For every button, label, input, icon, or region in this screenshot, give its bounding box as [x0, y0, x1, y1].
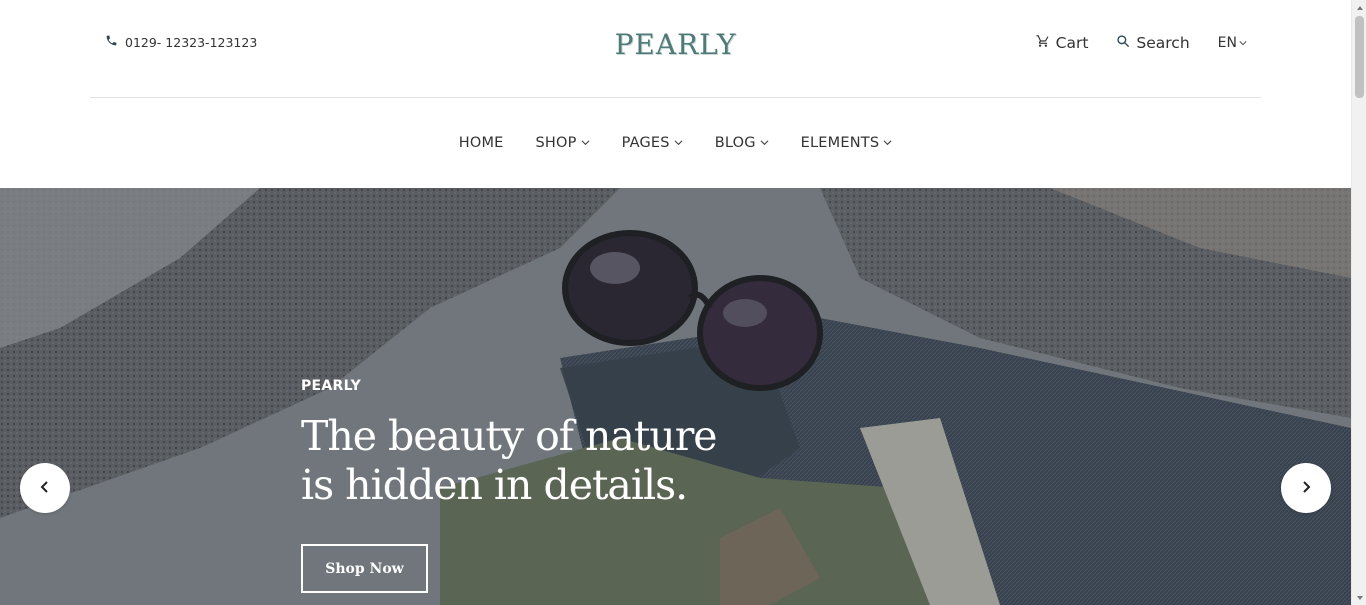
hero-content: PEARLY The beauty of nature is hidden in… — [301, 378, 721, 593]
chevron-down-icon — [883, 135, 892, 151]
phone-icon — [105, 34, 118, 50]
main-nav: HOME SHOP PAGES BLOG ELEMENTS — [0, 98, 1351, 188]
search-label: Search — [1136, 34, 1190, 52]
chevron-down-icon — [760, 135, 769, 151]
nav-item-label: SHOP — [535, 135, 577, 151]
nav-item-elements[interactable]: ELEMENTS — [801, 135, 893, 151]
hero-slider: PEARLY The beauty of nature is hidden in… — [0, 188, 1351, 605]
nav-item-label: ELEMENTS — [800, 135, 880, 151]
chevron-right-icon — [1299, 479, 1313, 498]
nav-item-shop[interactable]: SHOP — [536, 135, 590, 151]
slider-next-button[interactable] — [1281, 463, 1331, 513]
page: 0129- 12323-123123 PEARLY Cart Search EN — [0, 0, 1351, 605]
search-button[interactable]: Search — [1116, 34, 1190, 52]
hero-headline: The beauty of nature is hidden in detail… — [301, 412, 718, 509]
cart-icon — [1036, 34, 1050, 52]
slider-prev-button[interactable] — [20, 463, 70, 513]
language-label: EN — [1217, 35, 1237, 51]
scroll-up-icon[interactable] — [1352, 0, 1366, 15]
phone-contact[interactable]: 0129- 12323-123123 — [105, 34, 257, 50]
cart-label: Cart — [1055, 34, 1089, 52]
nav-item-label: BLOG — [714, 135, 756, 151]
language-selector[interactable]: EN — [1218, 35, 1247, 51]
chevron-down-icon — [581, 135, 590, 151]
nav-item-home[interactable]: HOME — [459, 135, 504, 151]
scrollbar-thumb[interactable] — [1355, 16, 1364, 98]
chevron-down-icon — [674, 135, 683, 151]
phone-number: 0129- 12323-123123 — [125, 34, 258, 50]
shop-now-button[interactable]: Shop Now — [301, 544, 428, 593]
chevron-down-icon — [1239, 35, 1247, 51]
scroll-down-icon[interactable] — [1352, 590, 1366, 605]
cart-button[interactable]: Cart — [1036, 34, 1089, 52]
hero-eyebrow: PEARLY — [301, 378, 362, 394]
page-scrollbar[interactable] — [1351, 0, 1366, 605]
top-header: 0129- 12323-123123 PEARLY Cart Search EN — [90, 0, 1261, 98]
nav-item-label: HOME — [458, 135, 504, 151]
chevron-left-icon — [38, 479, 52, 498]
header-actions: Cart Search EN — [1036, 34, 1247, 52]
site-logo[interactable]: PEARLY — [615, 28, 737, 61]
nav-item-blog[interactable]: BLOG — [715, 135, 769, 151]
search-icon — [1116, 34, 1130, 52]
nav-item-label: PAGES — [621, 135, 670, 151]
nav-item-pages[interactable]: PAGES — [622, 135, 683, 151]
